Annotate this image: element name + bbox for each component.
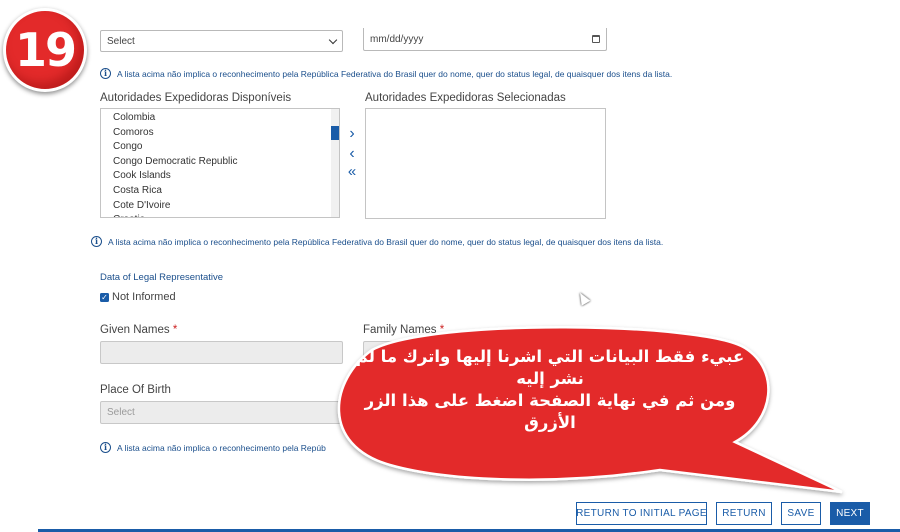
not-informed-label: Not Informed (112, 291, 176, 303)
available-authorities-list[interactable]: Colombia Comoros Congo Congo Democratic Rep… (100, 108, 340, 218)
callout-line-2: نشر إليه (516, 369, 584, 388)
callout-line-4: الأزرق (524, 413, 576, 432)
required-mark: * (439, 324, 445, 336)
authority-list-item[interactable]: Cote D'Ivoire (113, 199, 339, 214)
disclaimer-text-2: A lista acima não implica o reconhecimen… (108, 236, 664, 247)
next-button[interactable]: NEXT (830, 502, 870, 525)
available-authorities-items: Colombia Comoros Congo Congo Democratic Rep… (101, 109, 339, 217)
return-to-initial-page-button[interactable]: RETURN TO INITIAL PAGE (576, 502, 707, 525)
selected-authorities-label: Autoridades Expedidoras Selecionadas (365, 92, 566, 104)
place-of-birth-value: Select (107, 407, 135, 418)
mouse-cursor-icon (575, 290, 591, 306)
not-informed-checkbox-row[interactable]: ✓ Not Informed (100, 291, 176, 303)
move-right-button[interactable]: › (345, 126, 359, 142)
info-icon: i (100, 442, 111, 453)
step-number: 19 (14, 23, 77, 77)
given-names-label: Given Names * (100, 324, 178, 336)
given-names-input[interactable] (100, 341, 343, 364)
disclaimer-note-2: i A lista acima não implica o reconhecim… (91, 236, 663, 247)
authority-list-item[interactable]: Croatia (113, 213, 339, 217)
disclaimer-note-1: i A lista acima não implica o reconhecim… (100, 68, 672, 79)
calendar-icon[interactable] (592, 35, 600, 43)
issue-date-placeholder: mm/dd/yyyy (370, 33, 424, 45)
available-authorities-label: Autoridades Expedidoras Disponíveis (100, 92, 292, 104)
authority-list-item[interactable]: Congo Democratic Republic (113, 155, 339, 170)
callout-line-3: ومن ثم في نهاية الصفحة اضغط على هذا الزر (364, 391, 736, 410)
return-button[interactable]: RETURN (716, 502, 772, 525)
authority-list-item[interactable]: Costa Rica (113, 184, 339, 199)
required-mark: * (172, 324, 178, 336)
place-of-birth-select[interactable]: Select (100, 401, 343, 424)
authority-list-item[interactable]: Comoros (113, 126, 339, 141)
callout-text: عبيء فقط البيانات التي اشرنا إليها واترك… (340, 346, 760, 434)
issue-date-input[interactable]: mm/dd/yyyy (363, 28, 607, 51)
move-all-left-button[interactable]: « (345, 164, 359, 179)
callout-line-1: عبيء فقط البيانات التي اشرنا إليها واترك… (355, 347, 745, 366)
step-number-badge: 19 (3, 8, 87, 92)
info-icon: i (100, 68, 111, 79)
disclaimer-text-1: A lista acima não implica o reconhecimen… (117, 68, 673, 79)
family-names-label: Family Names * (363, 324, 445, 336)
scrollbar-thumb[interactable] (331, 126, 339, 140)
disclaimer-note-3: i A lista acima não implica o reconhecim… (100, 442, 326, 453)
authority-list-item[interactable]: Congo (113, 140, 339, 155)
issuing-country-select[interactable]: Select (100, 30, 343, 52)
place-of-birth-label: Place Of Birth (100, 384, 171, 396)
disclaimer-text-3: A lista acima não implica o reconhecimen… (117, 442, 326, 453)
authority-list-item[interactable]: Cook Islands (113, 169, 339, 184)
chevron-down-icon (328, 35, 338, 44)
issuing-country-select-value: Select (107, 35, 135, 47)
legal-rep-section-title: Data of Legal Representative (100, 272, 224, 283)
move-left-button[interactable]: ‹ (345, 146, 359, 162)
authority-list-item[interactable]: Colombia (113, 111, 339, 126)
save-button[interactable]: SAVE (781, 502, 821, 525)
info-icon: i (91, 236, 102, 247)
selected-authorities-list[interactable] (365, 108, 606, 219)
not-informed-checkbox[interactable]: ✓ (100, 292, 109, 302)
